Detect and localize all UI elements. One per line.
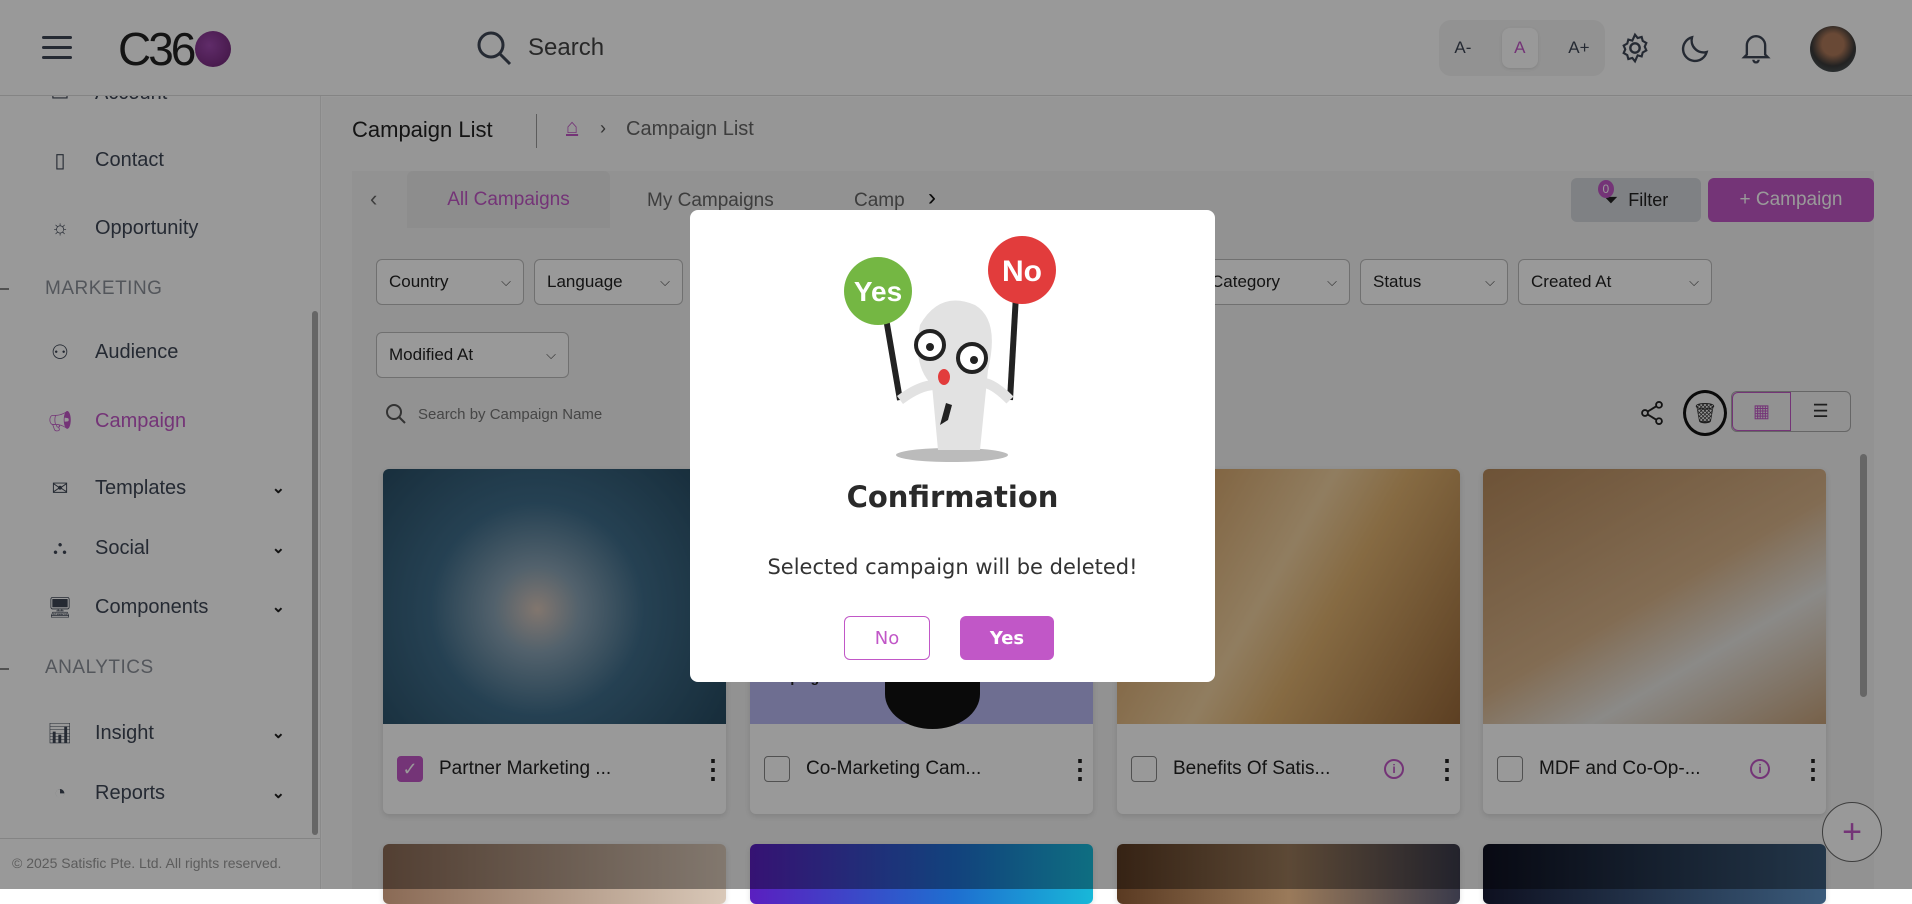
confirmation-illustration: Yes No xyxy=(844,236,1056,462)
dialog-title: Confirmation xyxy=(846,480,1059,514)
yes-sign-text: Yes xyxy=(854,276,902,307)
no-button[interactable]: No xyxy=(844,616,930,660)
yes-button[interactable]: Yes xyxy=(960,616,1054,660)
confirmation-dialog: Yes No Confirmation Selected campaign wi… xyxy=(690,210,1215,682)
dialog-message: Selected campaign will be deleted! xyxy=(767,555,1138,579)
no-sign-text: No xyxy=(1002,255,1042,288)
